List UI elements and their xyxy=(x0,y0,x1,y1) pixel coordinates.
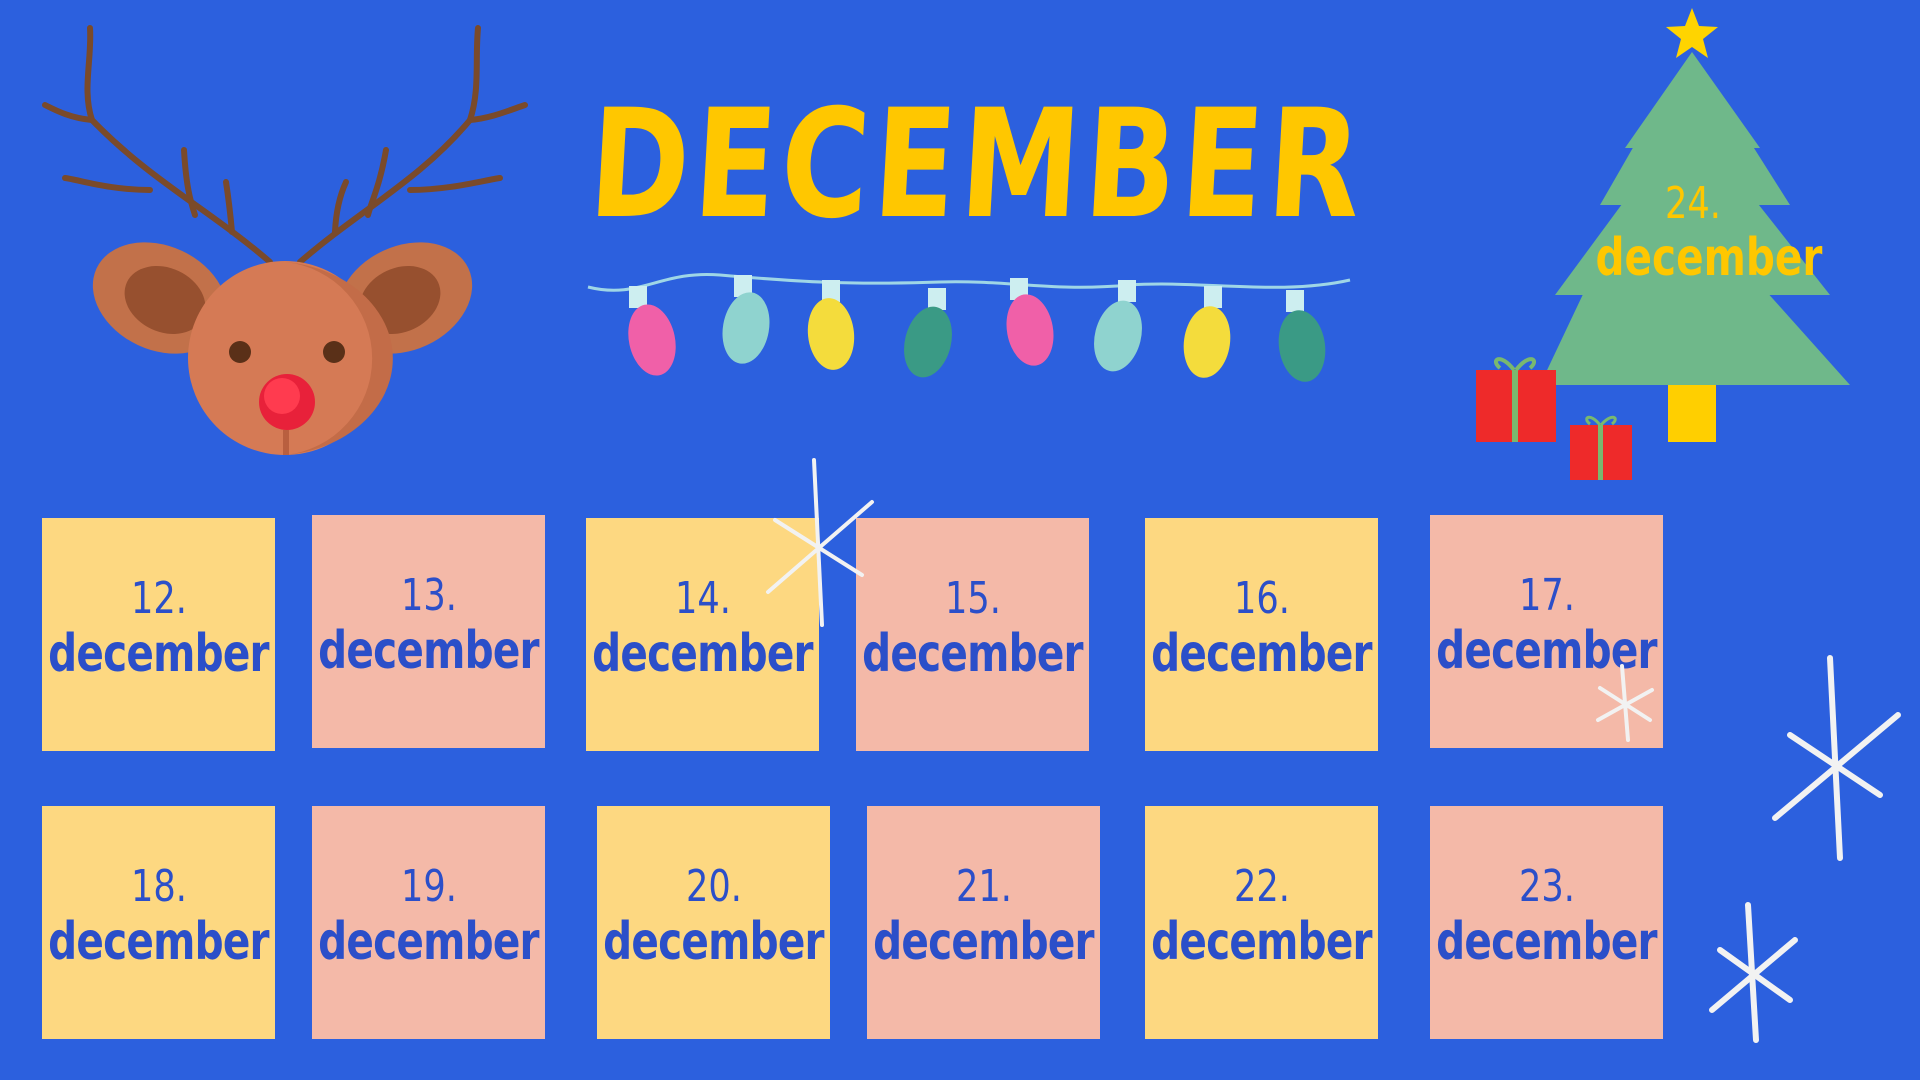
day-number: 22. xyxy=(1233,860,1290,912)
day-card-14[interactable]: 14. december xyxy=(586,518,819,751)
day-month: december xyxy=(603,911,824,972)
day-card-17[interactable]: 17. december xyxy=(1430,515,1663,748)
day-month: december xyxy=(873,911,1094,972)
day-number: 20. xyxy=(685,860,742,912)
day-card-20[interactable]: 20. december xyxy=(597,806,830,1039)
day-month: december xyxy=(318,620,539,681)
day-card-21[interactable]: 21. december xyxy=(867,806,1100,1039)
day-number: 24. xyxy=(1665,178,1721,229)
day-number: 15. xyxy=(944,572,1001,624)
day-number: 17. xyxy=(1518,569,1575,621)
day-month: december xyxy=(1151,911,1372,972)
day-number: 12. xyxy=(130,572,187,624)
day-month: december xyxy=(862,623,1083,684)
day-number: 16. xyxy=(1233,572,1290,624)
day-card-16[interactable]: 16. december xyxy=(1145,518,1378,751)
day-card-18[interactable]: 18. december xyxy=(42,806,275,1039)
day-card-15[interactable]: 15. december xyxy=(856,518,1089,751)
day-month: december xyxy=(48,911,269,972)
day-month: december xyxy=(48,623,269,684)
day-month: december xyxy=(318,911,539,972)
day-number: 23. xyxy=(1518,860,1575,912)
day-card-22[interactable]: 22. december xyxy=(1145,806,1378,1039)
day-month: december xyxy=(1595,228,1823,288)
day-month: december xyxy=(1436,620,1657,681)
day-card-12[interactable]: 12. december xyxy=(42,518,275,751)
day-number: 14. xyxy=(674,572,731,624)
day-card-13[interactable]: 13. december xyxy=(312,515,545,748)
day-month: december xyxy=(592,623,813,684)
day-number: 21. xyxy=(955,860,1012,912)
day-card-19[interactable]: 19. december xyxy=(312,806,545,1039)
day-month: december xyxy=(1436,911,1657,972)
day-card-23[interactable]: 23. december xyxy=(1430,806,1663,1039)
day-number: 13. xyxy=(400,569,457,621)
day-number: 18. xyxy=(130,860,187,912)
day-number: 19. xyxy=(400,860,457,912)
day-card-24[interactable]: 24. december xyxy=(1568,178,1823,289)
day-month: december xyxy=(1151,623,1372,684)
